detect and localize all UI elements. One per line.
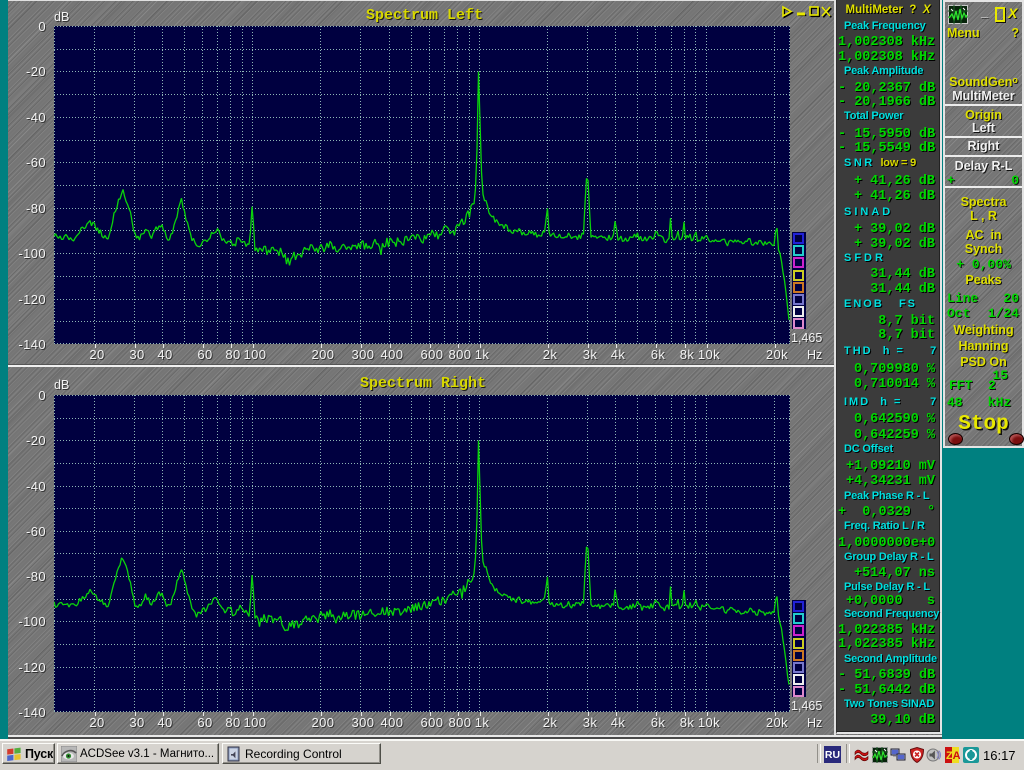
svg-text:A: A bbox=[953, 750, 960, 762]
